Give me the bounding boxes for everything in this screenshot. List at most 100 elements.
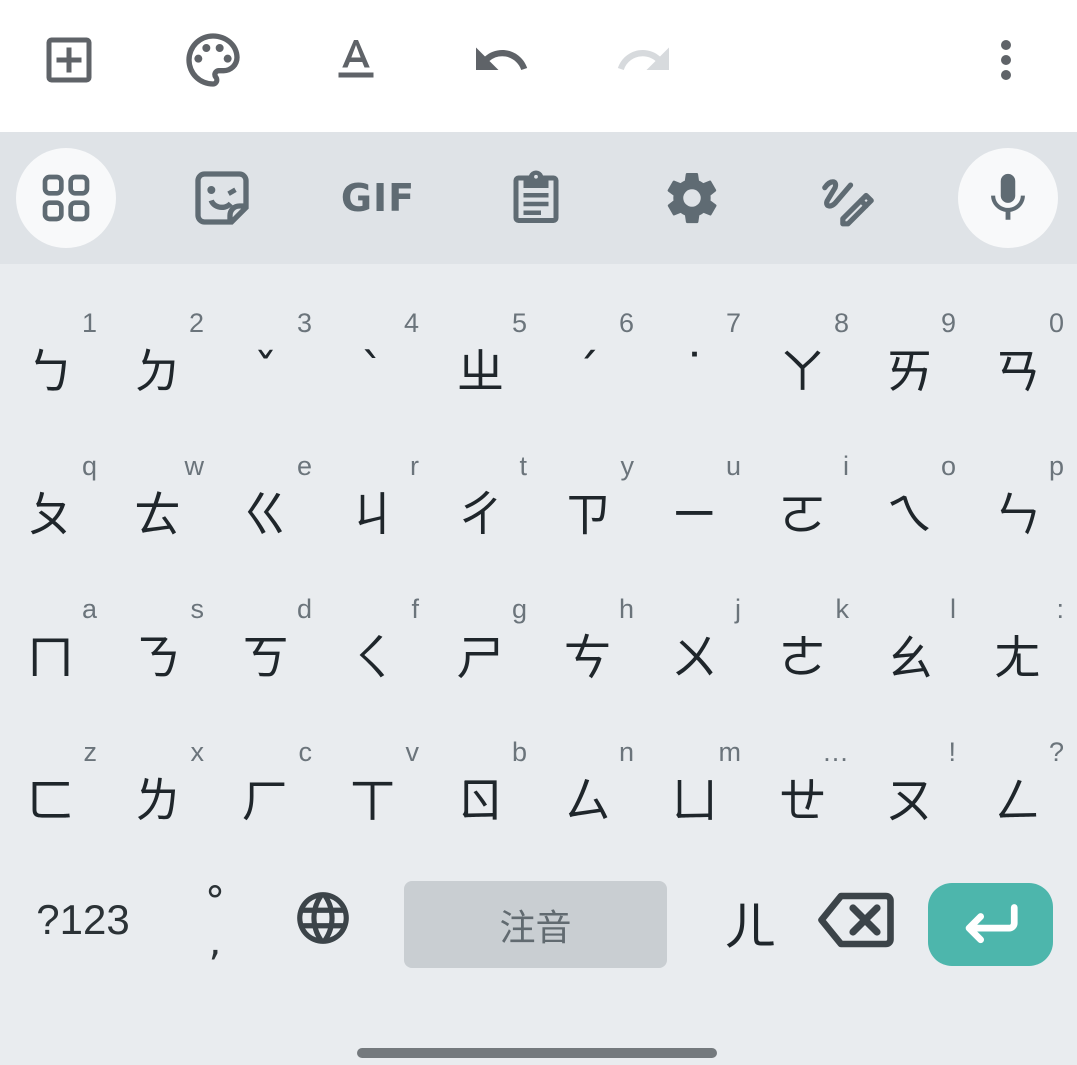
key-hint-label: j <box>735 594 741 624</box>
key-s[interactable]: sㄋ <box>107 564 214 706</box>
key-b[interactable]: bㄖ <box>430 707 537 849</box>
key-8[interactable]: 8ㄚ <box>752 278 859 420</box>
key-hint-label: s <box>190 594 205 624</box>
key-r[interactable]: rㄐ <box>322 421 429 563</box>
key-zhuyin-label: ㄖ <box>456 773 505 829</box>
key-exclamation[interactable]: ! ㄡ <box>859 707 966 849</box>
key-colon[interactable]: :ㄤ <box>967 564 1074 706</box>
key-hint-label: g <box>511 594 527 624</box>
add-box-icon[interactable] <box>33 24 105 96</box>
key-a[interactable]: aㄇ <box>0 564 107 706</box>
key-0[interactable]: 0ㄢ <box>967 278 1074 420</box>
key-m[interactable]: mㄩ <box>644 707 751 849</box>
key-zhuyin-label: ㄕ <box>456 630 505 686</box>
key-o[interactable]: oㄟ <box>859 421 966 563</box>
key-v[interactable]: vㄒ <box>322 707 429 849</box>
key-zhuyin-label: ㄘ <box>563 630 612 686</box>
key-5[interactable]: 5ㄓ <box>430 278 537 420</box>
key-er[interactable]: ㄦ <box>700 872 800 972</box>
key-zhuyin-label: ㄣ <box>993 487 1042 543</box>
key-zhuyin-label: ㄊ <box>133 487 182 543</box>
key-n[interactable]: nㄙ <box>537 707 644 849</box>
more-vert-icon[interactable] <box>970 24 1042 96</box>
key-zhuyin-label: ㄨ <box>670 630 719 686</box>
apps-grid-icon[interactable] <box>16 148 116 248</box>
enter-key[interactable] <box>928 883 1053 966</box>
punctuation-key[interactable]: ° , <box>172 872 258 972</box>
key-zhuyin-label: ㄝ <box>778 773 827 829</box>
backspace-key[interactable] <box>808 872 904 972</box>
key-zhuyin-label: ㄡ <box>885 773 934 829</box>
key-9[interactable]: 9ㄞ <box>859 278 966 420</box>
editor-toolbar <box>0 0 1077 132</box>
key-l[interactable]: lㄠ <box>859 564 966 706</box>
key-f[interactable]: fㄑ <box>322 564 429 706</box>
key-zhuyin-label: ㄥ <box>993 773 1042 829</box>
key-zhuyin-label: ㄆ <box>26 487 75 543</box>
key-question[interactable]: ? ㄥ <box>967 707 1074 849</box>
key-3[interactable]: 3ˇ <box>215 278 322 420</box>
clipboard-icon[interactable] <box>486 148 586 248</box>
key-zhuyin-label: ㄇ <box>26 630 75 686</box>
key-j[interactable]: jㄨ <box>644 564 751 706</box>
key-zhuyin-label: ㄗ <box>563 487 612 543</box>
handwriting-icon[interactable] <box>798 148 898 248</box>
key-hint-label: v <box>405 737 420 767</box>
key-7[interactable]: 7 ˙ <box>644 278 751 420</box>
key-hint-label: … <box>822 737 849 767</box>
settings-gear-icon[interactable] <box>642 148 742 248</box>
navigation-handle[interactable] <box>357 1048 717 1058</box>
key-c[interactable]: cㄏ <box>215 707 322 849</box>
key-zhuyin-label: ㄋ <box>133 630 182 686</box>
sticker-icon[interactable] <box>172 148 272 248</box>
text-format-icon[interactable] <box>320 24 392 96</box>
key-zhuyin-label: ㄏ <box>241 773 290 829</box>
redo-icon[interactable] <box>608 24 680 96</box>
key-e[interactable]: eㄍ <box>215 421 322 563</box>
symbols-key[interactable]: ?123 <box>18 878 148 962</box>
key-x[interactable]: xㄌ <box>107 707 214 849</box>
key-t[interactable]: tㄔ <box>430 421 537 563</box>
punct-degree-label: ° <box>205 879 225 925</box>
microphone-icon[interactable] <box>958 148 1058 248</box>
key-1[interactable]: 1ㄅ <box>0 278 107 420</box>
key-y[interactable]: yㄗ <box>537 421 644 563</box>
key-hint-label: 9 <box>940 308 956 338</box>
key-ellipsis[interactable]: … ㄝ <box>752 707 859 849</box>
space-key[interactable]: 注音 <box>404 881 667 968</box>
key-zhuyin-label: ㄛ <box>778 487 827 543</box>
key-hint-label: r <box>410 451 419 481</box>
key-i[interactable]: iㄛ <box>752 421 859 563</box>
key-hint-label: ! <box>948 737 956 767</box>
key-w[interactable]: wㄊ <box>107 421 214 563</box>
key-hint-label: z <box>83 737 98 767</box>
key-z[interactable]: zㄈ <box>0 707 107 849</box>
key-k[interactable]: kㄜ <box>752 564 859 706</box>
undo-icon[interactable] <box>465 24 537 96</box>
key-h[interactable]: hㄘ <box>537 564 644 706</box>
key-q[interactable]: qㄆ <box>0 421 107 563</box>
key-hint-label: c <box>298 737 313 767</box>
key-zhuyin-label: ㄤ <box>993 630 1042 686</box>
key-6[interactable]: 6ˊ <box>537 278 644 420</box>
key-zhuyin-label: ㄞ <box>885 344 934 400</box>
key-4[interactable]: 4ˋ <box>322 278 429 420</box>
gif-label: GIF <box>340 176 416 220</box>
key-2[interactable]: 2ㄉ <box>107 278 214 420</box>
key-zhuyin-label: ㄑ <box>348 630 397 686</box>
key-d[interactable]: dㄎ <box>215 564 322 706</box>
language-switch-key[interactable] <box>278 872 368 968</box>
key-hint-label: i <box>843 451 849 481</box>
key-zhuyin-label: ˙ <box>682 344 707 400</box>
enter-return-icon <box>960 901 1022 949</box>
palette-icon[interactable] <box>177 24 249 96</box>
key-u[interactable]: uㄧ <box>644 421 751 563</box>
key-p[interactable]: pㄣ <box>967 421 1074 563</box>
key-zhuyin-label: ˋ <box>360 344 385 400</box>
key-zhuyin-label: ˊ <box>575 344 600 400</box>
key-g[interactable]: gㄕ <box>430 564 537 706</box>
globe-icon <box>292 887 354 953</box>
gif-icon[interactable]: GIF <box>328 148 428 248</box>
key-zhuyin-label: ㄒ <box>348 773 397 829</box>
key-hint-label: p <box>1048 451 1064 481</box>
